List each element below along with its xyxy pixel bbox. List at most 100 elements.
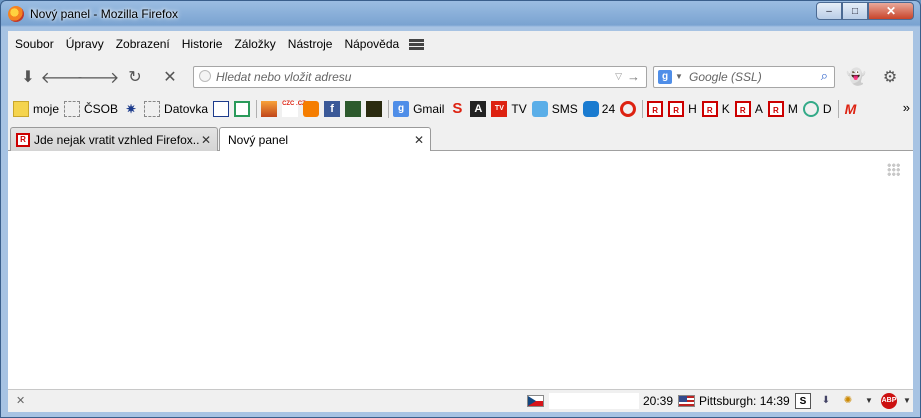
firefox-logo-icon <box>8 6 24 22</box>
page-icon <box>144 101 161 117</box>
bookmark-facebook[interactable]: f <box>324 101 341 117</box>
google-icon[interactable]: g <box>658 70 672 84</box>
menu-bar: Soubor Úpravy Zobrazení Historie Záložky… <box>8 31 913 57</box>
adblock-plus-icon[interactable]: ABP <box>881 393 897 409</box>
separator <box>642 100 644 118</box>
close-button[interactable]: ✕ <box>868 2 914 20</box>
menu-history[interactable]: Historie <box>176 37 229 51</box>
bookmark-rnet-m[interactable]: R M <box>767 101 798 117</box>
stop-button[interactable]: ✕ <box>160 68 180 86</box>
bookmark-tv[interactable]: TV TV <box>491 101 527 117</box>
compass-icon: ✷ <box>126 102 137 116</box>
go-arrow-icon[interactable]: → <box>627 69 640 84</box>
bookmark-compass[interactable]: ✷ <box>123 101 139 117</box>
bookmark-a[interactable]: A <box>470 101 487 117</box>
dropdown-arrow-icon[interactable]: ▼ <box>861 393 877 409</box>
bookmark-czc[interactable]: CZC .CZ <box>282 101 306 117</box>
rnet-favicon-icon: R <box>16 132 30 147</box>
download-arrow-icon[interactable]: ⬇ <box>818 393 834 409</box>
separator <box>388 100 390 118</box>
bookmarks-overflow-chevron[interactable]: » <box>903 100 910 115</box>
bookmark-com[interactable] <box>366 101 383 117</box>
czc-icon: CZC .CZ <box>282 101 306 117</box>
tab-close-icon[interactable]: ✕ <box>199 133 213 147</box>
bookmark-24[interactable]: 24 <box>582 101 615 117</box>
separator <box>256 100 258 118</box>
bookmark-s[interactable]: S <box>449 101 465 117</box>
window-controls: – □ ✕ <box>816 2 914 20</box>
minimize-button[interactable]: – <box>816 2 842 20</box>
rnet-icon: R <box>734 101 751 117</box>
bookmark-m-red[interactable]: M <box>843 101 859 117</box>
back-button[interactable]: 🡐 <box>41 68 84 87</box>
menu-view[interactable]: Zobrazení <box>110 37 176 51</box>
tab-title: Nový panel <box>228 133 289 147</box>
m-logo-icon: M <box>844 101 857 117</box>
navigation-toolbar: ⬇ 🡐 🡒 ↻ ✕ ▽ → g ▼ ⌕ 👻 ⚙ <box>8 61 913 93</box>
ghostery-icon[interactable]: 👻 <box>846 68 866 86</box>
bookmark-city[interactable] <box>261 101 278 117</box>
bookmark-photo[interactable] <box>345 101 362 117</box>
green-r-icon <box>234 101 251 117</box>
menu-help[interactable]: Nápověda <box>338 37 405 51</box>
ct24-icon <box>582 101 599 117</box>
bookmark-r-green[interactable] <box>234 101 251 117</box>
menu-bookmarks[interactable]: Záložky <box>228 37 281 51</box>
page-content <box>8 151 913 389</box>
title-bar[interactable]: Nový panel - Mozilla Firefox – □ ✕ <box>1 1 920 27</box>
extension-gears-icon[interactable]: ⚙ <box>880 68 900 86</box>
separator <box>837 100 839 118</box>
url-input[interactable] <box>216 69 596 85</box>
bookmark-gmail[interactable]: g Gmail <box>393 101 444 117</box>
download-icon[interactable]: ⬇ <box>18 68 38 86</box>
hamburger-menu-icon[interactable] <box>409 38 425 50</box>
menu-tools[interactable]: Nástroje <box>282 37 339 51</box>
rnet-icon: R <box>701 101 718 117</box>
bookmark-opera[interactable] <box>620 101 637 117</box>
bookmark-csob[interactable]: ČSOB <box>64 101 118 117</box>
bookmark-folder-moje[interactable]: moje <box>13 101 59 117</box>
folder-icon <box>13 101 29 117</box>
forward-button[interactable]: 🡒 <box>77 68 120 87</box>
reload-button[interactable]: ↻ <box>125 68 145 86</box>
search-magnifier-icon[interactable]: ⌕ <box>821 68 828 84</box>
bookmark-rnet-k[interactable]: R K <box>701 101 730 117</box>
menu-edit[interactable]: Úpravy <box>60 37 110 51</box>
dropdown-arrow-icon[interactable]: ▼ <box>899 393 915 409</box>
speech-bubble-icon <box>531 101 548 117</box>
photo-icon <box>345 101 362 117</box>
bookmark-zp[interactable] <box>213 101 230 117</box>
tab-strip: R Jde nejak vratit vzhled Firefox... ✕ N… <box>8 125 913 152</box>
tab-new-tab[interactable]: Nový panel ✕ <box>219 127 431 152</box>
addon-bar-close-icon[interactable]: ✕ <box>16 394 25 407</box>
czech-flag-icon <box>527 395 544 407</box>
site-identity-icon[interactable] <box>199 70 211 82</box>
tab-forum[interactable]: R Jde nejak vratit vzhled Firefox... ✕ <box>10 127 218 151</box>
search-engine-dropdown-icon[interactable]: ▼ <box>675 72 683 81</box>
bookmark-sms[interactable]: SMS <box>531 101 578 117</box>
url-dropdown-icon[interactable]: ▽ <box>615 71 622 82</box>
url-bar[interactable]: ▽ → <box>193 66 647 88</box>
rnet-icon: R <box>767 101 784 117</box>
bookmark-rnet-a[interactable]: R A <box>734 101 763 117</box>
search-input[interactable] <box>689 69 809 85</box>
tab-close-icon[interactable]: ✕ <box>412 133 426 147</box>
bookmark-datovka[interactable]: Datovka <box>144 101 208 117</box>
bookmark-rnet-1[interactable]: R <box>647 101 664 117</box>
search-bar[interactable]: g ▼ ⌕ <box>653 66 835 88</box>
gear-globe-icon[interactable]: ✺ <box>840 393 856 409</box>
rnet-icon: R <box>668 101 685 117</box>
menu-file[interactable]: Soubor <box>8 37 60 51</box>
redacted-field <box>549 393 639 409</box>
new-tab-grid-toggle-icon[interactable] <box>887 163 900 176</box>
maximize-button[interactable]: □ <box>842 2 868 20</box>
s-box-icon[interactable]: S <box>795 393 811 409</box>
remote-time: Pittsburgh: 14:39 <box>699 394 790 408</box>
browser-chrome: Soubor Úpravy Zobrazení Historie Záložky… <box>8 31 913 389</box>
us-flag-icon <box>678 395 695 407</box>
bookmarks-toolbar: moje ČSOB ✷ Datovka CZC .CZ f g Gmail S … <box>8 97 913 121</box>
bookmark-rnet-h[interactable]: R H <box>668 101 697 117</box>
bookmark-blogger[interactable] <box>303 101 320 117</box>
tab-title: Jde nejak vratit vzhled Firefox... <box>34 132 199 147</box>
bookmark-d[interactable]: D <box>802 101 832 117</box>
